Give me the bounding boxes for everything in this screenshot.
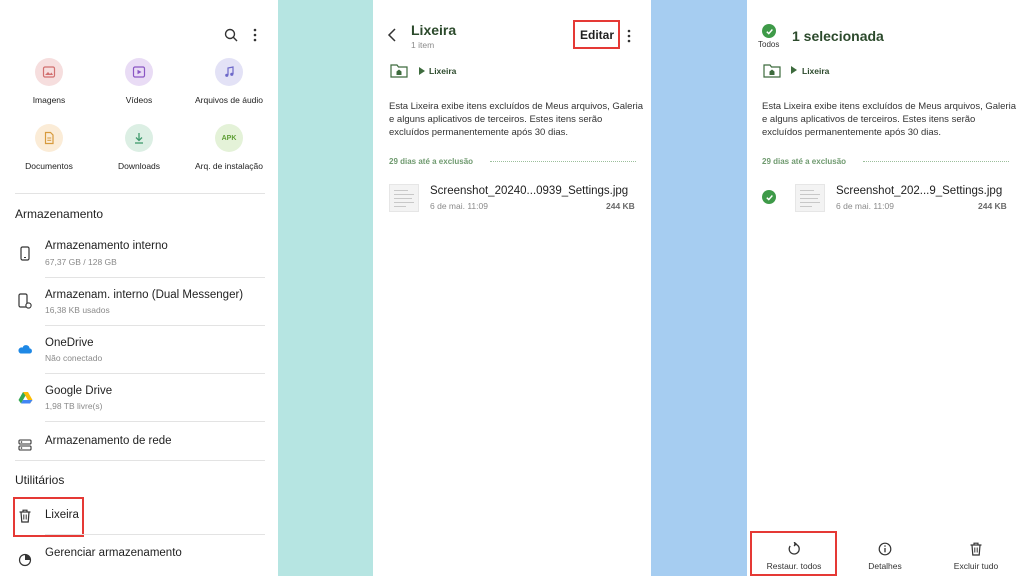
storage-item-onedrive[interactable]: OneDrive Não conectado xyxy=(15,325,265,373)
item-count: 1 item xyxy=(411,40,435,50)
network-storage-icon xyxy=(15,421,35,469)
breadcrumb-arrow-icon xyxy=(419,67,425,75)
group-divider xyxy=(490,161,636,162)
group-label: 29 dias até a exclusão xyxy=(389,157,474,166)
storage-item-title: Armazenam. interno (Dual Messenger) xyxy=(45,289,244,301)
breadcrumb[interactable]: Lixeira xyxy=(429,66,456,76)
trash-panel: Lixeira 1 item Editar Lixeira Esta Lixei… xyxy=(373,0,651,576)
utilities-section-header: Utilitários xyxy=(15,473,65,487)
storage-item-title: Google Drive xyxy=(45,385,113,397)
back-icon[interactable] xyxy=(387,27,401,43)
info-icon xyxy=(876,540,894,558)
color-strip-right xyxy=(651,0,747,576)
row-divider xyxy=(45,534,265,535)
apk-badge: APK xyxy=(221,134,237,142)
category-images[interactable]: Imagens xyxy=(0,58,99,105)
storage-item-subtitle: Não conectado xyxy=(45,353,103,363)
breadcrumb-arrow-icon xyxy=(791,66,797,74)
apk-icon: APK xyxy=(215,124,243,152)
trash-icon xyxy=(967,540,985,558)
storage-item-subtitle: 16,38 KB usados xyxy=(45,305,110,315)
breadcrumb[interactable]: Lixeira xyxy=(802,66,829,76)
storage-item-title: Armazenamento de rede xyxy=(45,435,172,447)
group-divider xyxy=(863,161,1009,162)
storage-item-google-drive[interactable]: Google Drive 1,98 TB livre(s) xyxy=(15,373,265,421)
more-vert-icon[interactable] xyxy=(627,29,631,48)
file-size: 244 KB xyxy=(978,201,1007,211)
storage-item-title: Armazenamento interno xyxy=(45,240,168,252)
storage-item-internal[interactable]: Armazenamento interno 67,37 GB / 128 GB xyxy=(15,229,265,277)
storage-section-header: Armazenamento xyxy=(15,207,104,221)
delete-all-button[interactable]: Excluir tudo xyxy=(946,540,1006,571)
google-drive-icon xyxy=(15,373,35,421)
restore-highlight-box xyxy=(750,531,837,576)
download-icon xyxy=(125,124,153,152)
music-note-icon xyxy=(215,58,243,86)
selection-title: 1 selecionada xyxy=(792,28,884,44)
storage-item-subtitle: 1,98 TB livre(s) xyxy=(45,401,103,411)
video-icon xyxy=(125,58,153,86)
section-divider xyxy=(15,193,265,194)
file-size: 244 KB xyxy=(606,201,635,211)
trash-selection-panel: Todos 1 selecionada Lixeira Esta Lixeira… xyxy=(747,0,1024,576)
group-label: 29 dias até a exclusão xyxy=(762,157,847,166)
file-date: 6 de mai. 11:09 xyxy=(836,201,894,211)
file-name: Screenshot_202...9_Settings.jpg xyxy=(836,185,1003,197)
utility-item-manage-storage[interactable]: Gerenciar armazenamento xyxy=(15,536,265,576)
action-label: Detalhes xyxy=(868,561,902,571)
category-label: Documentos xyxy=(25,161,73,171)
trash-description: Esta Lixeira exibe itens excluídos de Me… xyxy=(762,101,1016,138)
more-vert-icon[interactable] xyxy=(246,26,264,44)
file-date: 6 de mai. 11:09 xyxy=(430,201,488,211)
category-label: Imagens xyxy=(32,95,66,105)
file-thumbnail xyxy=(795,184,825,212)
home-folder-icon[interactable] xyxy=(763,62,781,78)
category-label: Downloads xyxy=(117,161,161,171)
details-button[interactable]: Detalhes xyxy=(855,540,915,571)
phone-icon xyxy=(15,229,35,277)
action-label: Excluir tudo xyxy=(953,561,999,571)
trash-highlight-box xyxy=(13,497,84,537)
color-strip-left xyxy=(278,0,373,576)
category-label: Vídeos xyxy=(125,95,153,105)
category-install-files[interactable]: APK Arq. de instalação xyxy=(179,124,279,171)
file-row[interactable]: Screenshot_202...9_Settings.jpg 6 de mai… xyxy=(747,176,1024,220)
file-thumbnail xyxy=(389,184,419,212)
image-icon xyxy=(35,58,63,86)
page-title: Lixeira xyxy=(411,22,457,38)
section-divider xyxy=(15,460,265,461)
file-name: Screenshot_20240...0939_Settings.jpg xyxy=(430,185,629,197)
trash-description: Esta Lixeira exibe itens excluídos de Me… xyxy=(389,101,643,138)
select-all-label: Todos xyxy=(758,40,780,49)
category-videos[interactable]: Vídeos xyxy=(89,58,189,105)
file-checkbox[interactable] xyxy=(762,190,776,204)
storage-item-network[interactable]: Armazenamento de rede xyxy=(15,421,265,469)
my-files-home-panel: Imagens Vídeos Arquivos de áudio Documen… xyxy=(0,0,278,576)
storage-item-subtitle: 67,37 GB / 128 GB xyxy=(45,257,117,267)
category-audio[interactable]: Arquivos de áudio xyxy=(179,58,279,105)
storage-manage-icon xyxy=(15,536,35,576)
home-folder-icon[interactable] xyxy=(390,62,408,78)
file-row[interactable]: Screenshot_20240...0939_Settings.jpg 6 d… xyxy=(373,176,651,220)
document-icon xyxy=(35,124,63,152)
category-label: Arquivos de áudio xyxy=(194,95,264,105)
select-all-checkbox[interactable] xyxy=(762,24,776,38)
edit-highlight-box xyxy=(573,20,620,49)
utility-item-title: Gerenciar armazenamento xyxy=(45,547,182,559)
storage-item-title: OneDrive xyxy=(45,337,94,349)
category-label: Arq. de instalação xyxy=(194,161,264,171)
storage-item-dual-messenger[interactable]: Armazenam. interno (Dual Messenger) 16,3… xyxy=(15,277,265,325)
category-downloads[interactable]: Downloads xyxy=(89,124,189,171)
dual-phone-icon xyxy=(15,277,35,325)
search-icon[interactable] xyxy=(222,26,240,44)
category-documents[interactable]: Documentos xyxy=(0,124,99,171)
onedrive-icon xyxy=(15,325,35,373)
